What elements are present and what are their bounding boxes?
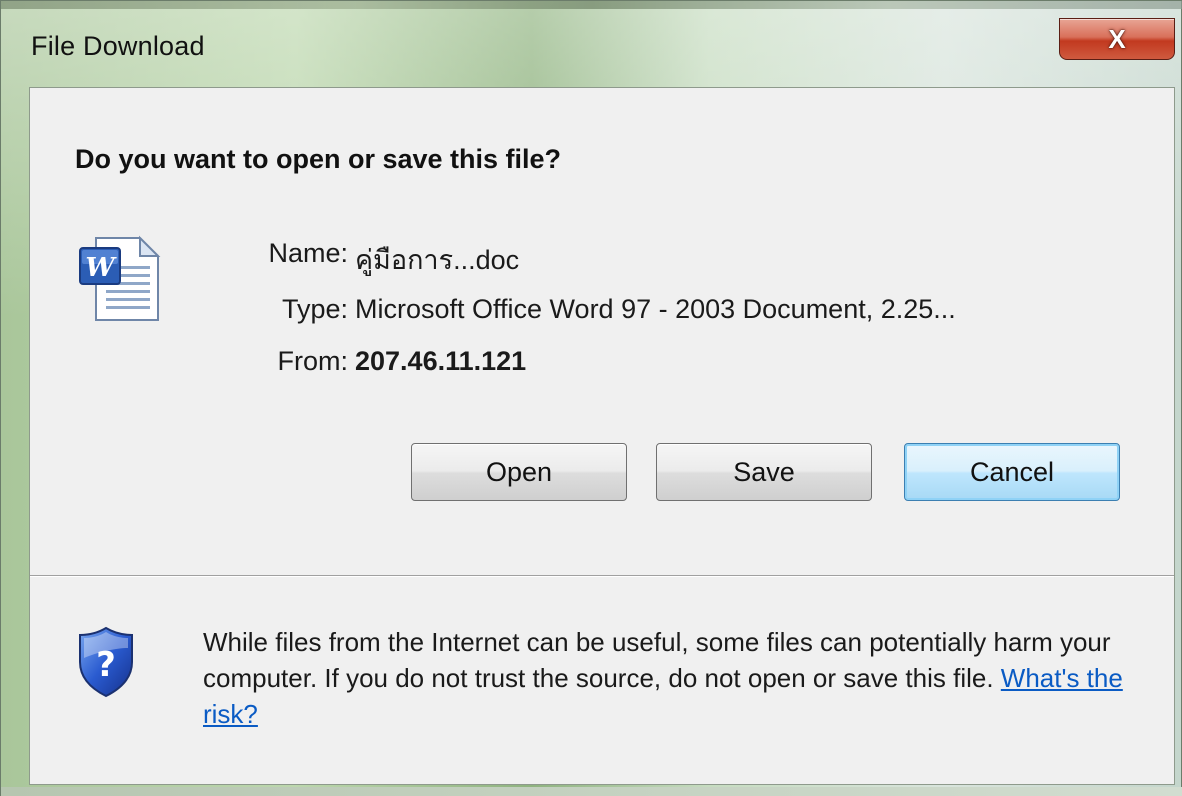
- name-value: คู่มือการ...doc: [355, 245, 520, 275]
- name-label: Name:: [268, 238, 348, 268]
- svg-text:W: W: [85, 253, 117, 283]
- section-divider: [30, 575, 1174, 577]
- close-button[interactable]: X: [1059, 18, 1175, 60]
- svg-text:?: ?: [96, 645, 116, 685]
- type-value: Microsoft Office Word 97 - 2003 Document…: [355, 294, 956, 324]
- save-button[interactable]: Save: [656, 443, 872, 501]
- from-value: 207.46.11.121: [355, 346, 527, 376]
- dialog-body: Do you want to open or save this file? W…: [29, 87, 1175, 785]
- type-label: Type:: [281, 294, 348, 324]
- window-bottom-edge: [1, 787, 1182, 796]
- window-top-edge: [1, 1, 1182, 9]
- window-title: File Download: [31, 31, 205, 61]
- close-icon: X: [1108, 23, 1126, 54]
- from-label: From:: [277, 346, 349, 376]
- security-shield-question-icon: ?: [79, 626, 133, 698]
- cancel-button[interactable]: Cancel: [904, 443, 1120, 501]
- word-document-icon: W: [79, 235, 161, 321]
- file-download-window: File Download X Do you want to open or s…: [0, 0, 1182, 796]
- open-button[interactable]: Open: [411, 443, 627, 501]
- warning-text: While files from the Internet can be use…: [203, 627, 1111, 693]
- dialog-question: Do you want to open or save this file?: [75, 144, 562, 174]
- security-warning: While files from the Internet can be use…: [203, 624, 1153, 732]
